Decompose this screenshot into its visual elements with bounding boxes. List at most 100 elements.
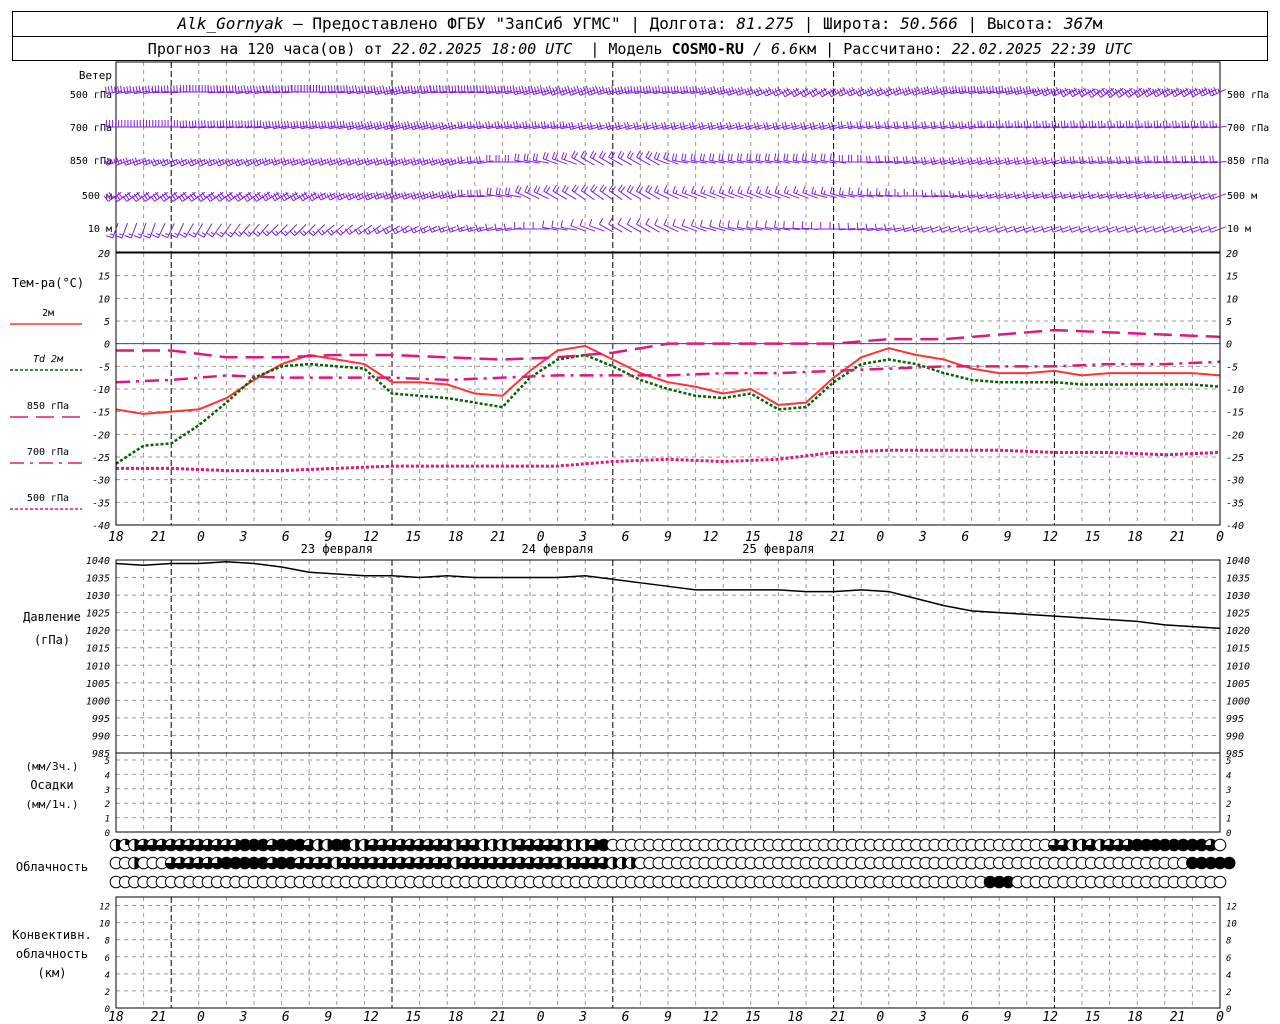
- wind-barb-feather: [617, 217, 622, 225]
- wind-barb-feather: [207, 85, 209, 93]
- wind-barb-feather: [586, 122, 590, 130]
- wind-barb-feather: [823, 153, 826, 161]
- wind-barb-half-feather: [841, 190, 844, 195]
- wind-barb-feather: [543, 184, 548, 192]
- wind-barb-feather: [1069, 191, 1073, 199]
- wind-barb-feather: [269, 85, 271, 93]
- wind-barb-half-feather: [989, 193, 992, 198]
- wind-barb-feather: [457, 85, 460, 93]
- wind-barb-feather: [1033, 120, 1035, 128]
- wind-barb-feather: [583, 186, 589, 193]
- wind-barb-feather: [948, 157, 952, 165]
- wind-barb-feather: [574, 186, 579, 193]
- wind-barb-feather: [475, 224, 479, 232]
- wind-barb-feather: [957, 157, 961, 165]
- wind-barb-feather: [979, 156, 983, 164]
- temp-tick-right: 10: [1226, 294, 1238, 305]
- wind-barb-half-feather: [460, 226, 463, 231]
- wind-barb-feather: [617, 150, 622, 158]
- wind-barb-feather: [213, 120, 215, 128]
- wind-barb-feather: [865, 223, 868, 231]
- wind-barb-feather: [266, 85, 268, 93]
- cloud-fill: [1223, 857, 1235, 869]
- hour-tick-label: 18: [108, 1010, 124, 1024]
- wind-barb-feather: [1172, 155, 1174, 163]
- wind-barb-feather: [840, 121, 843, 129]
- wind-barb-feather: [605, 122, 609, 130]
- wind-barb-feather: [256, 120, 259, 128]
- wind-barb-half-feather: [519, 123, 522, 128]
- wind-barb-feather: [1193, 155, 1196, 163]
- temp-tick-left: 5: [104, 317, 110, 328]
- wind-barb-feather: [270, 230, 277, 237]
- wind-barb-feather: [179, 233, 186, 238]
- wind-barb-feather: [617, 86, 621, 94]
- wind-barb-feather: [185, 120, 188, 128]
- wind-barb-feather: [608, 86, 612, 94]
- wind-barb-half-feather: [330, 229, 334, 234]
- cloud-cover-symbol: [1222, 856, 1236, 870]
- wind-barb-half-feather: [240, 159, 244, 164]
- wind-barb-feather: [542, 151, 546, 159]
- wind-barb-feather: [536, 186, 541, 194]
- wind-barb-half-feather: [203, 159, 206, 164]
- wind-barb-feather: [736, 153, 740, 161]
- wind-barb-feather: [626, 184, 632, 192]
- wind-barb-feather: [457, 189, 460, 197]
- precip-tick-left: 4: [105, 771, 110, 781]
- wind-barb-feather: [1036, 120, 1038, 128]
- wind-barb-feather: [275, 85, 277, 93]
- wind-barb-feather: [294, 191, 299, 199]
- wind-barb-feather: [1165, 155, 1168, 163]
- wind-barb-feather: [1060, 120, 1063, 128]
- wind-barb-feather: [182, 120, 185, 128]
- wind-barb-feather: [213, 85, 215, 93]
- wind-barb-feather: [976, 157, 980, 165]
- wind-barb-feather: [1028, 86, 1032, 94]
- wind-barb-half-feather: [212, 159, 216, 164]
- wind-barb-half-feather: [404, 227, 408, 233]
- pressure-tick-left: 1010: [86, 661, 110, 672]
- wind-barb-feather: [1193, 120, 1196, 128]
- hour-tick-label: 9: [664, 530, 672, 545]
- temp-tick-left: -5: [98, 362, 110, 373]
- precip-tick-right: 1: [1226, 815, 1231, 825]
- temp-tick-right: 0: [1226, 340, 1232, 351]
- wind-barb-feather: [571, 150, 576, 158]
- wind-barb-feather: [1022, 157, 1026, 165]
- wind-barb-feather: [847, 222, 850, 230]
- wind-barb-half-feather: [386, 228, 390, 233]
- wind-barb-feather: [545, 186, 551, 193]
- wind-barb-feather: [670, 122, 674, 130]
- wind-barb-feather: [560, 220, 563, 228]
- wind-barb-feather: [878, 155, 880, 163]
- temp-tick-right: 15: [1226, 272, 1238, 283]
- wind-barb-feather: [977, 120, 980, 128]
- wind-barb-feather: [1063, 156, 1066, 164]
- wind-barb-feather: [143, 235, 150, 239]
- wind-barb-feather: [343, 85, 345, 93]
- wind-barb-half-feather: [370, 193, 373, 198]
- wind-barb-feather: [413, 121, 417, 129]
- wind-barb-feather: [633, 122, 637, 130]
- wind-barb-feather: [215, 232, 223, 238]
- wind-barb-feather: [489, 187, 492, 195]
- temp-title: Тем-ра(°C): [12, 276, 84, 290]
- wind-barb-feather: [1157, 87, 1162, 95]
- wind-barb-feather: [1107, 120, 1109, 128]
- wind-barb-feather: [467, 85, 469, 93]
- wind-barb-feather: [601, 186, 607, 193]
- wind-barb-feather: [792, 221, 795, 229]
- wind-barb-feather: [1143, 191, 1147, 199]
- precip-tick-right: 3: [1225, 786, 1231, 796]
- precip-tick-left: 5: [105, 757, 110, 767]
- wind-barb-feather: [216, 120, 219, 128]
- wind-barb-feather: [747, 121, 751, 129]
- wind-barb-half-feather: [155, 232, 160, 236]
- wind-barb-feather: [885, 188, 887, 196]
- wind-barb-feather: [1097, 191, 1100, 199]
- wind-barb-feather: [1162, 155, 1165, 163]
- wind-barb-feather: [893, 156, 896, 164]
- pressure-tick-right: 1035: [1226, 574, 1250, 585]
- wind-barb-half-feather: [823, 190, 826, 195]
